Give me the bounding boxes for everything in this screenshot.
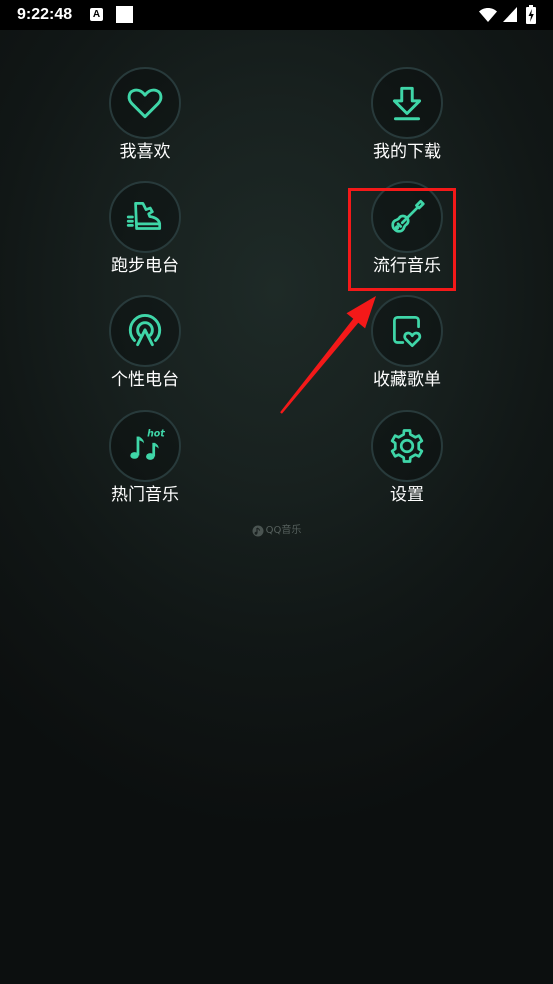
a-badge-icon: A [90,8,103,21]
signal-icon [503,7,517,22]
icon-circle [371,67,443,139]
wifi-icon [479,8,497,22]
menu-item-label: 设置 [390,485,424,505]
menu-item-label: 我的下载 [373,142,441,162]
radio-broadcast-icon [128,314,162,347]
menu-item-label: 我喜欢 [119,142,171,162]
hot-music-icon: hot [130,429,165,460]
status-time: 9:22:48 [17,6,73,23]
menu-item-pop-music[interactable]: 流行音乐 [347,181,467,276]
icon-circle: hot [109,410,181,482]
menu-item-downloads[interactable]: 我的下载 [347,67,467,162]
gear-icon [390,429,424,463]
icon-circle [371,410,443,482]
status-bar: 9:22:48 A [0,0,553,30]
menu-item-personal-radio[interactable]: 个性电台 [85,295,205,390]
battery-charging-icon [526,5,536,24]
qq-music-logo-icon [252,525,264,537]
guitar-icon [391,199,425,233]
icon-circle [371,181,443,253]
menu-item-label: 流行音乐 [373,256,441,276]
menu-item-hot-music[interactable]: hot 热门音乐 [85,410,205,505]
icon-circle [109,295,181,367]
menu-item-settings[interactable]: 设置 [347,410,467,505]
menu-item-running-radio[interactable]: 跑步电台 [85,181,205,276]
icon-circle [109,67,181,139]
screen: 9:22:48 A 我喜欢 我的下载 跑步电台 流行音乐 个性电台 收藏歌单 h… [0,0,553,984]
playlist-heart-icon [393,315,422,348]
icon-circle [109,181,181,253]
menu-item-saved-playlists[interactable]: 收藏歌单 [347,295,467,390]
heart-icon [127,88,163,119]
notification-square-icon [116,6,133,23]
main-area [0,30,553,984]
hot-icon-text: hot [147,429,165,440]
running-shoe-icon [126,201,162,230]
download-icon [392,86,422,121]
menu-item-label: 跑步电台 [111,256,179,276]
icon-circle [371,295,443,367]
menu-item-label: 热门音乐 [111,485,179,505]
menu-item-label: 个性电台 [111,370,179,390]
footer-logo-text: QQ音乐 [265,525,302,536]
menu-item-favorites[interactable]: 我喜欢 [85,67,205,162]
footer-logo: QQ音乐 [0,524,553,538]
menu-item-label: 收藏歌单 [373,370,441,390]
